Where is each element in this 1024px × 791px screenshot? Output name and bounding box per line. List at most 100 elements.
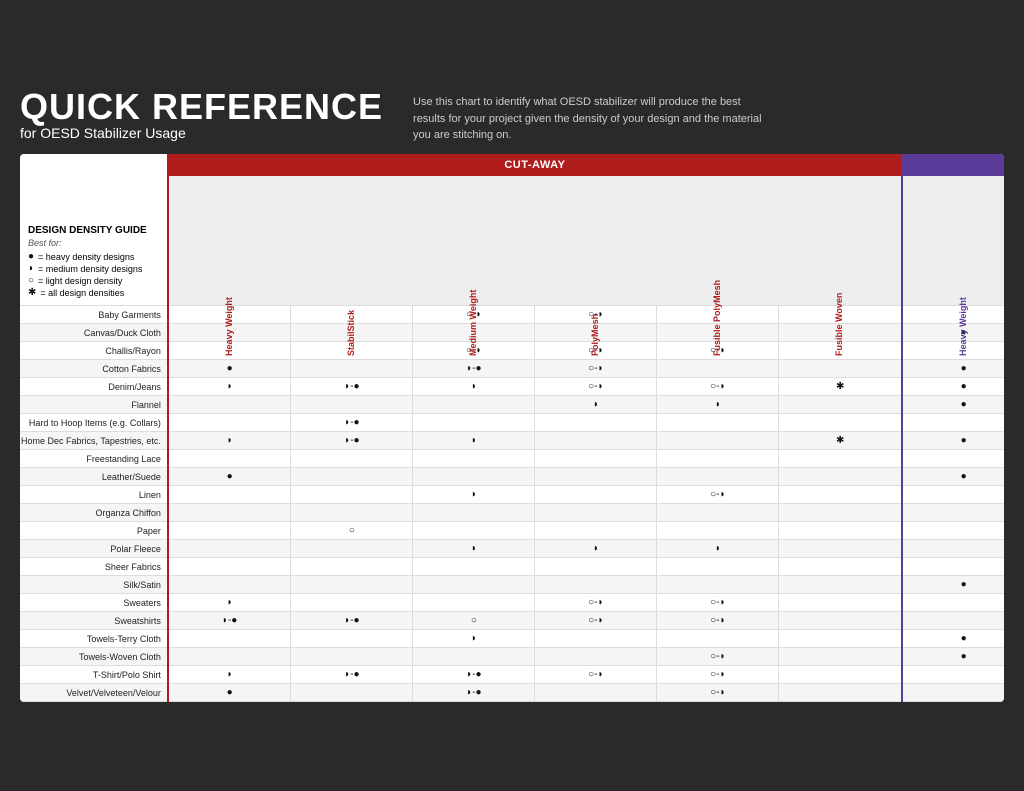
table-cell bbox=[168, 576, 291, 594]
table-cell: ○-◗ bbox=[657, 594, 779, 612]
cell-symbol: ✱ bbox=[836, 435, 844, 446]
table-cell: ○ bbox=[291, 522, 413, 540]
table-cell bbox=[902, 504, 1004, 522]
table-cell bbox=[779, 648, 902, 666]
table-cell: ○-◗ bbox=[535, 360, 657, 378]
table-row: Polar Fleece◗◗◗◗-●✱ bbox=[20, 540, 1004, 558]
table-cell: ○-◗ bbox=[657, 666, 779, 684]
main-container: QUICK REFERENCE for OESD Stabilizer Usag… bbox=[10, 79, 1014, 712]
table-row: Hard to Hoop Items (e.g. Collars)◗-●◗◗✱○ bbox=[20, 414, 1004, 432]
table-cell bbox=[902, 684, 1004, 702]
row-label: Baby Garments bbox=[20, 306, 168, 324]
table-cell bbox=[902, 342, 1004, 360]
row-label: Challis/Rayon bbox=[20, 342, 168, 360]
row-label: Leather/Suede bbox=[20, 468, 168, 486]
table-cell bbox=[902, 414, 1004, 432]
cell-symbol: ○-◗ bbox=[710, 687, 725, 698]
table-cell: ● bbox=[902, 468, 1004, 486]
col-heavy-weight-cut: Heavy Weight bbox=[168, 176, 291, 306]
table-cell bbox=[168, 522, 291, 540]
table-cell bbox=[779, 684, 902, 702]
table-row: Sheer Fabrics○○ bbox=[20, 558, 1004, 576]
table-cell bbox=[779, 612, 902, 630]
table-cell bbox=[657, 576, 779, 594]
table-cell: ◗ bbox=[413, 540, 535, 558]
table-cell bbox=[657, 522, 779, 540]
table-cell bbox=[902, 558, 1004, 576]
table-cell bbox=[413, 576, 535, 594]
cell-symbol: ● bbox=[961, 633, 967, 644]
cell-symbol: ● bbox=[961, 363, 967, 374]
cell-symbol: ● bbox=[961, 579, 967, 590]
table-cell: ◗-● bbox=[291, 378, 413, 396]
cell-symbol: ✱ bbox=[836, 381, 844, 392]
table-cell: ○-◗ bbox=[535, 594, 657, 612]
table-cell bbox=[657, 414, 779, 432]
table-row: Sweatshirts◗-●◗-●○○-◗○-◗◗-●✱ bbox=[20, 612, 1004, 630]
row-label: Towels-Terry Cloth bbox=[20, 630, 168, 648]
table-cell bbox=[779, 594, 902, 612]
table-cell bbox=[168, 414, 291, 432]
row-label: Velvet/Velveteen/Velour bbox=[20, 684, 168, 702]
table-cell: ◗-● bbox=[291, 414, 413, 432]
table-cell bbox=[291, 576, 413, 594]
empty-header bbox=[20, 154, 168, 176]
cell-symbol: ● bbox=[227, 471, 233, 482]
cell-symbol: ◗ bbox=[471, 543, 477, 554]
cell-symbol: ◗-● bbox=[344, 417, 359, 428]
table-cell bbox=[168, 450, 291, 468]
table-cell: ◗-● bbox=[413, 684, 535, 702]
table-cell: ◗ bbox=[535, 396, 657, 414]
table-cell bbox=[779, 522, 902, 540]
table-row: Home Dec Fabrics, Tapestries, etc.◗◗-●◗✱… bbox=[20, 432, 1004, 450]
table-cell bbox=[291, 504, 413, 522]
table-row: T-Shirt/Polo Shirt◗◗-●◗-●○-◗○-◗◗-●✱ bbox=[20, 666, 1004, 684]
table-cell: ◗-● bbox=[413, 666, 535, 684]
cell-symbol: ○-◗ bbox=[710, 669, 725, 680]
table-cell bbox=[168, 630, 291, 648]
table-cell bbox=[535, 468, 657, 486]
table-cell bbox=[535, 684, 657, 702]
table-cell: ● bbox=[902, 432, 1004, 450]
main-subtitle: for OESD Stabilizer Usage bbox=[20, 125, 383, 141]
cell-symbol: ◗-● bbox=[344, 669, 359, 680]
table-cell bbox=[779, 576, 902, 594]
cell-symbol: ○ bbox=[471, 615, 477, 626]
table-cell bbox=[291, 648, 413, 666]
table-cell: ◗ bbox=[413, 432, 535, 450]
cell-symbol: ○-◗ bbox=[588, 615, 603, 626]
table-cell bbox=[779, 666, 902, 684]
row-label: Hard to Hoop Items (e.g. Collars) bbox=[20, 414, 168, 432]
table-cell bbox=[535, 630, 657, 648]
cutaway-group-header: CUT-AWAY bbox=[168, 154, 902, 176]
table-cell bbox=[657, 450, 779, 468]
cell-symbol: ● bbox=[961, 651, 967, 662]
cell-symbol: ○-◗ bbox=[710, 615, 725, 626]
table-cell bbox=[902, 306, 1004, 324]
light-symbol: ○ bbox=[28, 275, 34, 286]
cell-symbol: ◗-● bbox=[466, 363, 481, 374]
legend-medium: ◗ = medium density designs bbox=[28, 263, 159, 274]
cell-symbol: ● bbox=[227, 687, 233, 698]
density-guide-cell: DESIGN DENSITY GUIDE Best for: ● = heavy… bbox=[20, 176, 168, 306]
header: QUICK REFERENCE for OESD Stabilizer Usag… bbox=[20, 89, 1004, 144]
cell-symbol: ● bbox=[961, 381, 967, 392]
table-cell: ● bbox=[902, 324, 1004, 342]
table-cell bbox=[779, 630, 902, 648]
table-cell: ◗ bbox=[168, 666, 291, 684]
table-row: Velvet/Velveteen/Velour●◗-●○-◗✱✱ bbox=[20, 684, 1004, 702]
cell-symbol: ● bbox=[961, 471, 967, 482]
cell-symbol: ◗ bbox=[471, 435, 477, 446]
row-label: Sweaters bbox=[20, 594, 168, 612]
medium-symbol: ◗ bbox=[28, 263, 34, 274]
table-cell bbox=[413, 414, 535, 432]
row-label: Sweatshirts bbox=[20, 612, 168, 630]
table-cell: ✱ bbox=[779, 378, 902, 396]
table-cell bbox=[779, 360, 902, 378]
table-cell bbox=[535, 648, 657, 666]
table-cell bbox=[291, 396, 413, 414]
all-label: = all design densities bbox=[40, 288, 124, 298]
table-cell: ● bbox=[168, 684, 291, 702]
cell-symbol: ◗-● bbox=[466, 669, 481, 680]
table-row: Freestanding Lace✱✱ bbox=[20, 450, 1004, 468]
